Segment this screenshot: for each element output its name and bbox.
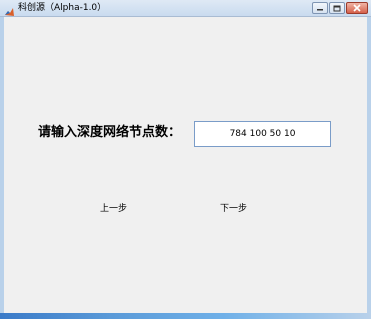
close-icon — [353, 4, 361, 12]
window-controls — [312, 2, 368, 14]
node-count-label: 请输入深度网络节点数： — [38, 125, 182, 140]
matlab-logo-icon — [4, 3, 15, 16]
window-bottom-border — [0, 313, 371, 319]
next-step-button[interactable]: 下一步 — [220, 203, 247, 215]
minimize-button[interactable] — [312, 2, 328, 14]
client-area: 请输入深度网络节点数： 上一步 下一步 — [4, 17, 367, 313]
minimize-icon — [317, 9, 323, 11]
app-window: 科创源（Alpha-1.0） 请输入深度网络节点数： 上一步 — [0, 0, 371, 319]
maximize-button[interactable] — [329, 2, 345, 14]
window-title: 科创源（Alpha-1.0） — [18, 3, 107, 13]
node-count-input[interactable] — [194, 121, 331, 147]
previous-step-button[interactable]: 上一步 — [100, 203, 127, 215]
close-button[interactable] — [346, 2, 368, 14]
maximize-icon — [333, 5, 341, 11]
title-bar: 科创源（Alpha-1.0） — [0, 0, 371, 17]
